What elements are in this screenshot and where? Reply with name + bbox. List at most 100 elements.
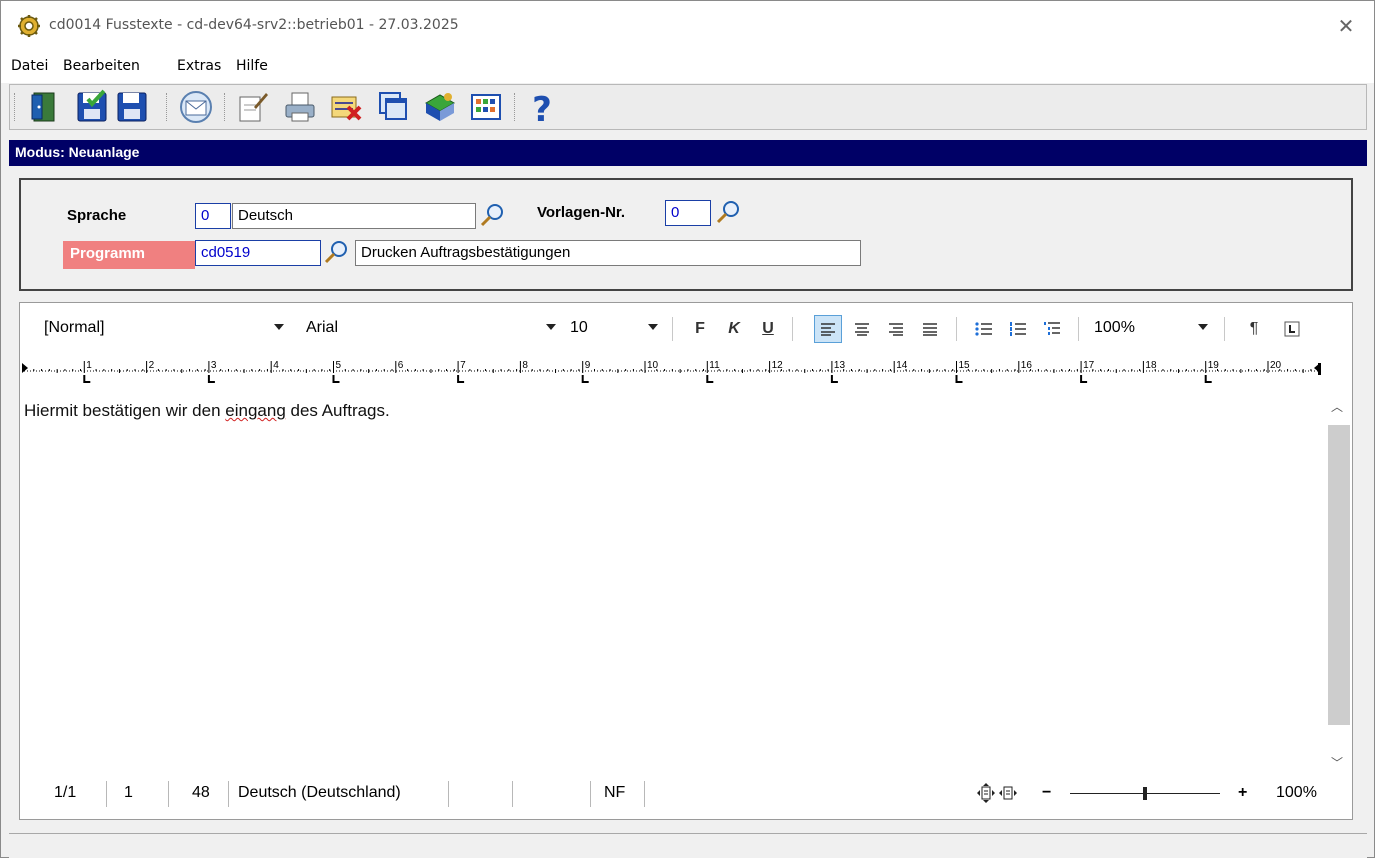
zoom-in-button[interactable]: + — [1238, 784, 1247, 802]
toolbar-divider — [1078, 317, 1079, 341]
main-toolbar: ? — [9, 84, 1367, 130]
ruler-number: 5 — [336, 360, 342, 371]
toolbar-separator-3 — [514, 93, 517, 121]
pilcrow-button[interactable]: ¶ — [1240, 315, 1268, 343]
tab-stop-marker[interactable] — [706, 375, 714, 383]
ruler: 1 2 3 4 5 6 7 8 9 10 11 12 13 14 15 16 17 18 19 20 — [20, 357, 1352, 393]
bullet-list-button[interactable] — [970, 315, 998, 343]
tab-stop-marker[interactable] — [581, 375, 589, 383]
status-divider — [512, 781, 513, 807]
ruler-number: 11 — [709, 360, 720, 371]
outline-list-button[interactable] — [1038, 315, 1066, 343]
fit-page-icon[interactable] — [976, 783, 996, 803]
save-check-icon[interactable] — [74, 89, 110, 125]
toolbar-divider — [1224, 317, 1225, 341]
table-icon[interactable] — [468, 89, 504, 125]
vorlage-input[interactable]: 0 — [665, 200, 711, 226]
ruler-number: 19 — [1208, 360, 1220, 371]
ruler-number: 7 — [460, 360, 466, 371]
zoom-slider-thumb[interactable] — [1143, 787, 1147, 800]
underline-button[interactable]: U — [754, 315, 782, 343]
size-select[interactable]: 10 — [564, 315, 664, 343]
document-body[interactable]: Hiermit bestätigen wir den eingang des A… — [20, 393, 1320, 763]
ruler-number: 6 — [398, 360, 404, 371]
menu-bar: Datei Bearbeiten Extras Hilfe — [1, 51, 1374, 83]
ruler-number: 9 — [585, 360, 591, 371]
menu-bearbeiten[interactable]: Bearbeiten — [63, 58, 140, 74]
svg-text:?: ? — [532, 90, 552, 125]
programm-search-icon[interactable] — [323, 239, 349, 265]
edit-document-icon[interactable] — [234, 89, 270, 125]
sprache-name-field: Deutsch — [232, 203, 476, 229]
close-button[interactable]: ✕ — [1326, 9, 1366, 43]
tab-stop-marker[interactable] — [207, 375, 215, 383]
toolbar-grip — [14, 93, 17, 121]
zoom-out-button[interactable]: − — [1042, 784, 1051, 802]
tab-stop-marker[interactable] — [332, 375, 340, 383]
italic-button[interactable]: K — [720, 315, 748, 343]
menu-extras[interactable]: Extras — [177, 58, 221, 74]
status-language[interactable]: Deutsch (Deutschland) — [238, 784, 401, 802]
toolbar-divider — [792, 317, 793, 341]
book-icon[interactable] — [422, 89, 458, 125]
window-title: cd0014 Fusstexte - cd-dev64-srv2::betrie… — [49, 17, 459, 33]
misspelled-word[interactable]: eingang — [225, 401, 286, 420]
scroll-up-icon[interactable]: ︿ — [1326, 395, 1348, 417]
sprache-search-icon[interactable] — [479, 202, 505, 228]
tab-stop-marker[interactable] — [830, 375, 838, 383]
header-form: Sprache 0 Deutsch Vorlagen-Nr. 0 Program… — [19, 178, 1353, 291]
zoom-percent: 100% — [1276, 784, 1317, 801]
rich-text-editor: [Normal] Arial 10 F K U 100% ¶ 1 2 3 4 5… — [19, 302, 1353, 820]
bold-button[interactable]: F — [686, 315, 714, 343]
tab-stop-marker[interactable] — [1204, 375, 1212, 383]
tab-stop-marker[interactable] — [83, 375, 91, 383]
help-icon[interactable]: ? — [524, 89, 560, 130]
numbered-list-button[interactable] — [1004, 315, 1032, 343]
menu-datei[interactable]: Datei — [11, 58, 48, 74]
align-right-button[interactable] — [882, 315, 910, 343]
tab-stop-marker[interactable] — [955, 375, 963, 383]
tab-stop-marker[interactable] — [1080, 375, 1088, 383]
mail-icon[interactable] — [178, 89, 214, 125]
delete-icon[interactable] — [328, 89, 364, 125]
chevron-down-icon — [546, 324, 556, 330]
vertical-scrollbar[interactable]: ︿ ﹀ — [1326, 395, 1350, 775]
window-status-bar — [9, 833, 1367, 858]
printer-icon[interactable] — [282, 89, 318, 125]
status-divider — [228, 781, 229, 807]
numbered-list-icon — [1010, 322, 1026, 336]
vorlage-search-icon[interactable] — [715, 199, 741, 225]
align-left-button[interactable] — [814, 315, 842, 343]
programm-code-input[interactable]: cd0519 — [195, 240, 321, 266]
outline-list-icon — [1044, 322, 1060, 335]
tab-stop-button[interactable] — [1278, 315, 1306, 343]
copy-windows-icon[interactable] — [376, 89, 412, 125]
menu-hilfe[interactable]: Hilfe — [236, 58, 268, 74]
font-select[interactable]: Arial — [300, 315, 562, 343]
sprache-code-input[interactable]: 0 — [195, 203, 231, 229]
zoom-select-value: 100% — [1094, 319, 1135, 336]
ruler-number: 3 — [211, 360, 217, 371]
style-select[interactable]: [Normal] — [38, 315, 290, 343]
save-icon[interactable] — [114, 89, 150, 125]
toolbar-separator — [166, 93, 169, 121]
align-center-button[interactable] — [848, 315, 876, 343]
programm-label: Programm — [63, 241, 195, 269]
ruler-number: 8 — [522, 360, 528, 371]
text-segment: Hiermit bestätigen wir den — [24, 401, 226, 420]
status-divider — [644, 781, 645, 807]
toolbar-separator-2 — [224, 93, 227, 121]
ruler-number: 1 — [86, 360, 92, 371]
text-segment: des Auftrags. — [285, 401, 390, 420]
sprache-label: Sprache — [67, 207, 127, 224]
justify-button[interactable] — [916, 315, 944, 343]
fit-width-icon[interactable] — [998, 783, 1018, 803]
scroll-thumb[interactable] — [1328, 425, 1350, 725]
scroll-down-icon[interactable]: ﹀ — [1326, 751, 1348, 773]
ruler-number: 15 — [959, 360, 971, 371]
exit-door-icon[interactable] — [26, 89, 62, 125]
tab-stop-marker[interactable] — [457, 375, 465, 383]
zoom-select[interactable]: 100% — [1088, 315, 1214, 343]
size-select-value: 10 — [570, 319, 588, 336]
chevron-down-icon — [648, 324, 658, 330]
